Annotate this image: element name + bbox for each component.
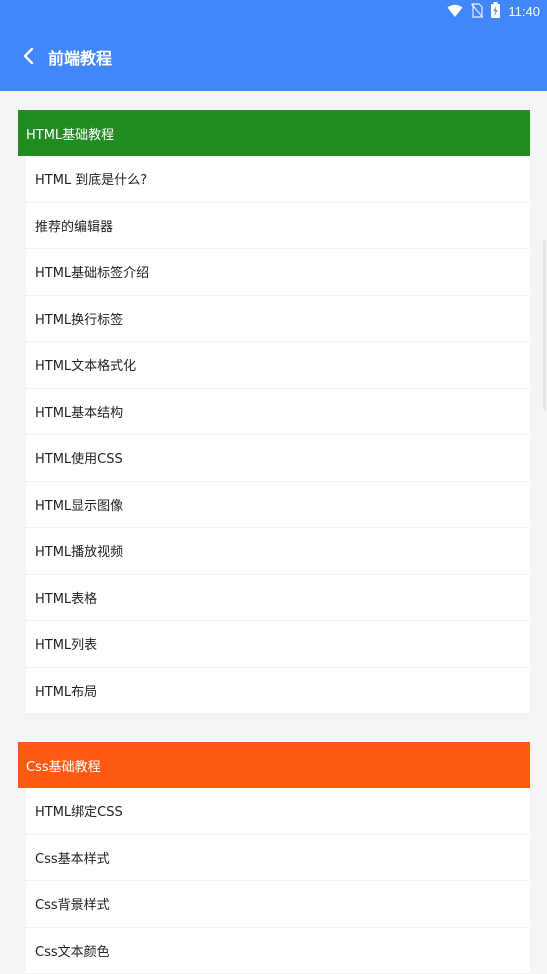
back-button[interactable] — [16, 46, 40, 70]
section-html: HTML基础教程 HTML 到底是什么? 推荐的编辑器 HTML基础标签介绍 H… — [18, 110, 530, 714]
list-item-label: HTML基本结构 — [35, 402, 123, 421]
no-sim-icon — [471, 3, 483, 22]
section-list-html: HTML 到底是什么? 推荐的编辑器 HTML基础标签介绍 HTML换行标签 H… — [26, 156, 530, 714]
scrollbar[interactable] — [543, 240, 546, 410]
list-item[interactable]: HTML播放视频 — [26, 528, 530, 575]
section-title: HTML基础教程 — [26, 124, 114, 143]
list-item[interactable]: Css基本样式 — [26, 835, 530, 882]
list-item[interactable]: HTML基础标签介绍 — [26, 249, 530, 296]
wifi-icon — [447, 3, 463, 22]
section-css: Css基础教程 HTML绑定CSS Css基本样式 Css背景样式 Css文本颜… — [18, 742, 530, 974]
list-item-label: HTML布局 — [35, 681, 97, 700]
list-item[interactable]: HTML基本结构 — [26, 389, 530, 436]
list-item-label: Css文本颜色 — [35, 941, 110, 960]
list-item-label: HTML绑定CSS — [35, 801, 123, 820]
list-item[interactable]: HTML绑定CSS — [26, 788, 530, 835]
list-item-label: Css基本样式 — [35, 848, 110, 867]
list-item[interactable]: HTML文本格式化 — [26, 342, 530, 389]
list-item-label: HTML文本格式化 — [35, 355, 136, 374]
page-title: 前端教程 — [48, 48, 112, 70]
list-item-label: HTML 到底是什么? — [35, 169, 147, 188]
status-bar: 11:40 — [0, 0, 547, 24]
list-item[interactable]: HTML使用CSS — [26, 435, 530, 482]
list-item-label: Css背景样式 — [35, 894, 110, 913]
list-item-label: HTML使用CSS — [35, 448, 123, 467]
list-item-label: HTML列表 — [35, 634, 97, 653]
status-time: 11:40 — [508, 3, 540, 21]
list-item[interactable]: 推荐的编辑器 — [26, 203, 530, 250]
list-item-label: 推荐的编辑器 — [35, 216, 113, 235]
battery-charging-icon — [491, 2, 500, 22]
section-header-html[interactable]: HTML基础教程 — [18, 110, 530, 156]
list-item[interactable]: HTML列表 — [26, 621, 530, 668]
list-item-label: HTML表格 — [35, 588, 97, 607]
list-item-label: HTML播放视频 — [35, 541, 123, 560]
list-item-label: HTML显示图像 — [35, 495, 123, 514]
list-item[interactable]: HTML显示图像 — [26, 482, 530, 529]
list-item[interactable]: HTML换行标签 — [26, 296, 530, 343]
status-icons: 11:40 — [447, 3, 540, 21]
list-item[interactable]: HTML 到底是什么? — [26, 156, 530, 203]
app-bar: 前端教程 — [0, 24, 547, 91]
list-item-label: HTML基础标签介绍 — [35, 262, 149, 281]
section-title: Css基础教程 — [26, 756, 101, 775]
chevron-left-icon — [22, 47, 34, 69]
section-list-css: HTML绑定CSS Css基本样式 Css背景样式 Css文本颜色 — [26, 788, 530, 974]
list-item[interactable]: HTML布局 — [26, 668, 530, 715]
list-item[interactable]: Css文本颜色 — [26, 928, 530, 974]
list-item[interactable]: Css背景样式 — [26, 881, 530, 928]
section-header-css[interactable]: Css基础教程 — [18, 742, 530, 788]
list-item-label: HTML换行标签 — [35, 309, 123, 328]
list-item[interactable]: HTML表格 — [26, 575, 530, 622]
